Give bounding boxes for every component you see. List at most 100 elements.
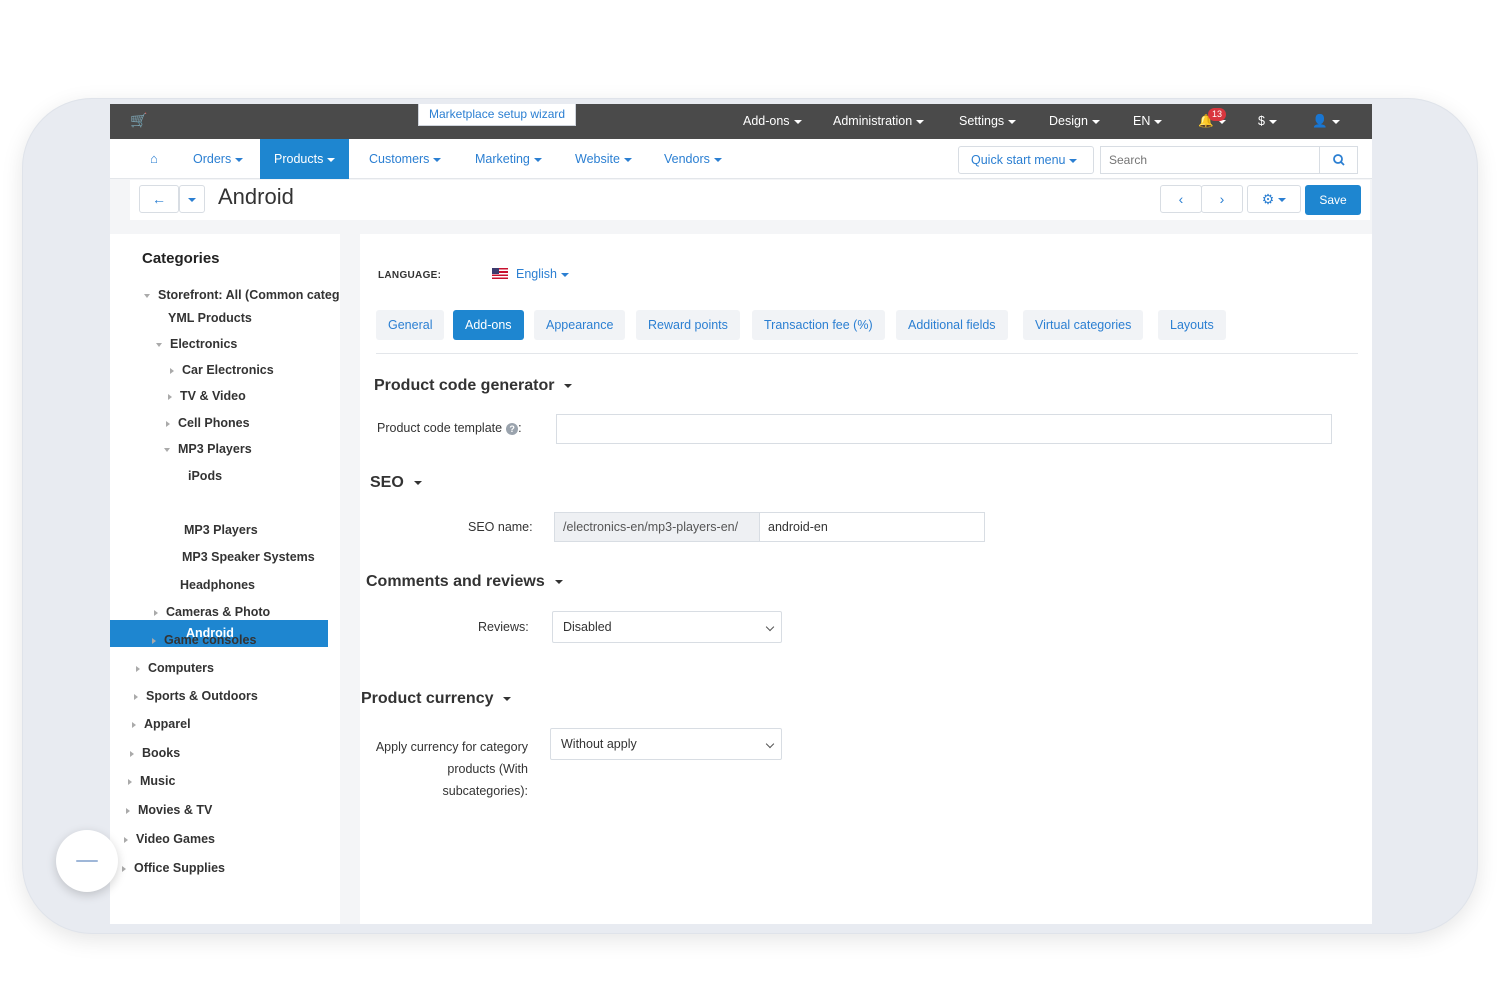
search-button[interactable] (1320, 146, 1358, 174)
tree-label: Apparel (144, 717, 191, 731)
tree-item-headphones[interactable]: Headphones (180, 578, 255, 592)
chevron-down-icon (765, 739, 775, 749)
nav-customers[interactable]: Customers (369, 139, 442, 179)
categories-sidebar: Categories Storefront: All (Common categ… (110, 234, 340, 924)
caret-down-icon (793, 119, 802, 124)
currency-menu[interactable]: $ (1258, 104, 1277, 139)
select-value: Without apply (561, 737, 637, 751)
prev-button[interactable]: ‹ (1160, 185, 1202, 213)
search-icon (1333, 154, 1345, 166)
section-product-code-generator[interactable]: Product code generator (374, 377, 573, 395)
history-dropdown-button[interactable] (179, 185, 205, 213)
seo-name-input[interactable]: android-en (759, 512, 985, 542)
section-comments-reviews[interactable]: Comments and reviews (366, 573, 563, 591)
reviews-select[interactable]: Disabled (552, 611, 782, 643)
caret-down-icon (564, 383, 573, 388)
nav-label: Website (575, 152, 620, 166)
save-button[interactable]: Save (1305, 185, 1361, 215)
next-button[interactable]: › (1201, 185, 1243, 213)
tree-item-apparel[interactable]: Apparel (132, 717, 191, 731)
code-template-input[interactable] (556, 414, 1332, 444)
nav-vendors[interactable]: Vendors (664, 139, 722, 179)
caret-down-icon (533, 157, 542, 162)
tab-addons[interactable]: Add-ons (453, 310, 524, 340)
tree-item-ipods[interactable]: iPods (188, 469, 222, 483)
tab-virtual-categories[interactable]: Virtual categories (1023, 310, 1144, 340)
tree-item-tv-video[interactable]: TV & Video (168, 389, 246, 403)
expanded-icon (156, 342, 162, 347)
tree-item-office-supplies[interactable]: Office Supplies (122, 861, 225, 875)
tabs-divider (376, 353, 1358, 354)
menu-addons[interactable]: Add-ons (743, 104, 802, 139)
menu-settings[interactable]: Settings (959, 104, 1017, 139)
gear-icon: ⚙ (1261, 191, 1275, 207)
tree-label: MP3 Players (178, 442, 252, 456)
tree-label: Cameras & Photo (166, 605, 271, 619)
currency-label: $ (1258, 114, 1265, 128)
collapsed-icon (136, 665, 140, 672)
tab-reward-points[interactable]: Reward points (636, 310, 740, 340)
currency-select[interactable]: Without apply (550, 728, 782, 760)
caret-down-icon (1268, 119, 1277, 124)
tree-label: Cell Phones (178, 416, 250, 430)
section-title: Product currency (361, 690, 494, 707)
tree-item-game-consoles[interactable]: Game consoles (152, 633, 256, 647)
home-icon[interactable]: ⌂ (150, 139, 158, 179)
nav-products[interactable]: Products (260, 139, 350, 179)
tree-item-cameras[interactable]: Cameras & Photo (154, 605, 270, 619)
expanded-icon (164, 447, 170, 452)
menu-administration[interactable]: Administration (833, 104, 925, 139)
tree-item-mp3-players-sub[interactable]: MP3 Players (184, 523, 258, 537)
nav-marketing[interactable]: Marketing (475, 139, 542, 179)
tree-item-speaker-systems[interactable]: MP3 Speaker Systems (182, 550, 315, 564)
collapsed-icon (154, 609, 158, 616)
tree-item-computers[interactable]: Computers (136, 661, 214, 675)
caret-down-icon (327, 157, 336, 162)
tree-item-sports[interactable]: Sports & Outdoors (134, 689, 258, 703)
back-button[interactable]: ← (139, 185, 179, 213)
tree-item-car-electronics[interactable]: Car Electronics (170, 363, 274, 377)
user-menu[interactable]: 👤 (1312, 104, 1340, 139)
tree-item-music[interactable]: Music (128, 774, 175, 788)
tree-label: Sports & Outdoors (146, 689, 258, 703)
tab-appearance[interactable]: Appearance (534, 310, 626, 340)
language-label: LANGUAGE: (378, 270, 442, 281)
tree-item-mp3-players[interactable]: MP3 Players (164, 442, 252, 456)
menu-design[interactable]: Design (1049, 104, 1100, 139)
section-product-currency[interactable]: Product currency (361, 690, 512, 708)
section-seo[interactable]: SEO (370, 474, 422, 492)
language-selector[interactable]: English (492, 267, 569, 281)
cart-icon[interactable]: 🛒 (130, 112, 147, 129)
menu-language[interactable]: EN (1133, 104, 1163, 139)
tree-item-books[interactable]: Books (130, 746, 180, 760)
arrow-left-icon: ← (152, 191, 166, 207)
caret-down-icon (1069, 158, 1078, 163)
sidebar-heading: Categories (142, 250, 220, 267)
nav-orders[interactable]: Orders (193, 139, 244, 179)
tree-item-electronics[interactable]: Electronics (156, 337, 237, 351)
tab-transaction-fee[interactable]: Transaction fee (%) (752, 310, 885, 340)
us-flag-icon (492, 268, 508, 279)
caret-down-icon (916, 119, 925, 124)
main-navbar: ⌂ Orders Products Customers Marketing We… (110, 139, 1372, 179)
nav-website[interactable]: Website (575, 139, 632, 179)
tree-label: Computers (148, 661, 214, 675)
help-icon[interactable]: ? (506, 423, 519, 435)
marketplace-wizard-button[interactable]: Marketplace setup wizard (418, 104, 577, 126)
settings-dropdown-button[interactable]: ⚙ (1247, 185, 1301, 213)
tab-additional-fields[interactable]: Additional fields (896, 310, 1008, 340)
tree-item-video-games[interactable]: Video Games (124, 832, 215, 846)
tab-general[interactable]: General (376, 310, 445, 340)
search-input[interactable] (1100, 146, 1320, 174)
device-home-button[interactable] (56, 830, 118, 892)
notifications-button[interactable]: 🔔 13 (1198, 104, 1232, 139)
tree-item-yml[interactable]: YML Products (168, 311, 252, 325)
field-label: Product code template (377, 421, 503, 435)
tree-item-storefront[interactable]: Storefront: All (Common categ (144, 288, 339, 302)
nav-label: Vendors (664, 152, 710, 166)
tree-item-movies[interactable]: Movies & TV (126, 803, 212, 817)
quick-start-menu-button[interactable]: Quick start menu (958, 146, 1094, 174)
tab-layouts[interactable]: Layouts (1158, 310, 1226, 340)
tree-item-cell-phones[interactable]: Cell Phones (166, 416, 250, 430)
app-screen: 🛒 Marketplace setup wizard Add-ons Admin… (110, 104, 1372, 924)
